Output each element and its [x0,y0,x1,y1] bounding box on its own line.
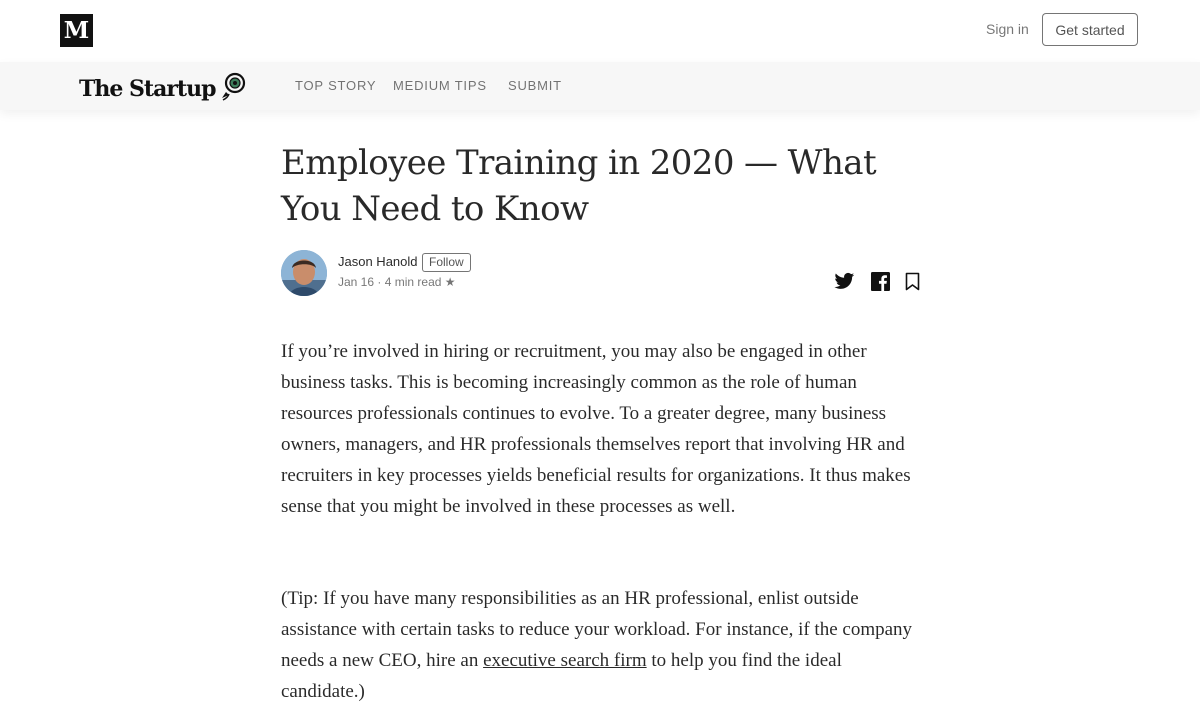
medium-logo[interactable]: M [60,14,93,47]
meta-separator: · [377,275,385,289]
executive-search-firm-link[interactable]: executive search firm [483,650,647,671]
sign-in-link[interactable]: Sign in [986,21,1029,37]
publication-logo[interactable]: The Startup [79,71,248,106]
get-started-button[interactable]: Get started [1042,13,1138,46]
publish-date: Jan 16 [338,275,375,289]
author-name[interactable]: Jason Hanold [338,254,418,269]
member-star-icon: ★ [444,275,456,289]
publication-name: The Startup [79,75,216,102]
author-avatar[interactable] [281,250,327,296]
nav-submit[interactable]: SUBMIT [508,78,562,93]
article-title: Employee Training in 2020 — What You Nee… [281,143,877,229]
read-time: 4 min read [384,275,442,289]
article-paragraph-2: (Tip: If you have many responsibilities … [281,583,921,707]
article-meta: Jan 16 · 4 min read ★ [338,275,456,289]
nav-medium-tips[interactable]: MEDIUM TIPS [393,78,487,93]
follow-button[interactable]: Follow [422,253,471,272]
bookmark-icon[interactable] [905,272,920,296]
article-paragraph-1: If you’re involved in hiring or recruitm… [281,341,911,517]
top-bar: M Sign in Get started [0,0,1200,62]
nav-top-story[interactable]: TOP STORY [295,78,376,93]
twitter-icon[interactable] [834,272,855,296]
publication-nav: The Startup TOP STORY MEDIUM TIPS SUBMIT [0,62,1200,110]
facebook-icon[interactable] [871,272,890,296]
rocket-icon [220,71,248,106]
